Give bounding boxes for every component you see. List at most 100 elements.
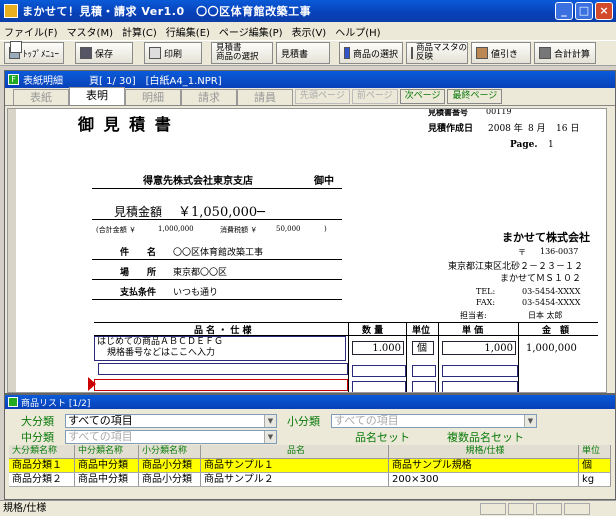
multi-name-set-button[interactable]: 複数品名セット (447, 429, 524, 445)
menu-file[interactable]: ファイル(F) (4, 24, 58, 39)
row1-amount: 1,000,000 (526, 343, 577, 354)
print-button[interactable]: 印刷 (144, 42, 202, 64)
tab-detail[interactable]: 明細 (125, 89, 181, 105)
discount-button[interactable]: 値引き (471, 42, 531, 64)
company-building: まかせてＭＳ１０２ (500, 274, 582, 284)
header-unit[interactable]: 単位 (579, 445, 611, 458)
total-calc-button[interactable]: 合計計算 (534, 42, 596, 64)
next-page-button[interactable]: 次ページ (399, 89, 446, 104)
major-category-value: すべての項目 (68, 414, 133, 427)
tab-summary[interactable]: 表明 (69, 87, 125, 105)
table-row[interactable]: 商品分類２ 商品中分類 商品小分類 商品サンプル２ 200×300 kg (9, 473, 611, 487)
subtotal-label: (合計金額 ￥ (96, 226, 136, 234)
status-bar: 規格/仕様 (0, 500, 616, 516)
menu-bar: ファイル(F) マスタ(M) 計算(C) 行編集(E) ページ編集(P) 表示(… (0, 22, 616, 40)
last-page-button[interactable]: 最終ページ (447, 89, 503, 104)
menu-help[interactable]: ヘルプ(H) (335, 24, 380, 39)
row1-name: はじめての商品ＡＢＣＤＥＦＧ (97, 337, 224, 347)
created-day: 16 日 (556, 124, 580, 134)
header-minor[interactable]: 小分類名称 (139, 445, 201, 458)
item-row-3[interactable] (94, 379, 348, 391)
row1-qty-input[interactable]: 1.000 (352, 341, 404, 355)
cell-unit: 個 (579, 459, 611, 472)
tab-receipt[interactable]: 請員 (237, 89, 293, 105)
tab-cover[interactable]: 表紙 (13, 89, 69, 105)
major-category-label: 大分類 (21, 415, 54, 428)
save-button[interactable]: 保存 (75, 42, 133, 64)
cell-unit: kg (579, 473, 611, 486)
status-cell (480, 503, 506, 515)
estimate-button[interactable]: 見積書 (10, 41, 330, 64)
tel-label: TEL: (476, 287, 496, 296)
subtotal-value: 1,000,000 (158, 225, 194, 233)
header-spec[interactable]: 規格/仕様 (389, 445, 579, 458)
middle-category-select[interactable]: すべての項目 ▼ (65, 430, 277, 444)
goods-icon (344, 47, 350, 59)
header-middle[interactable]: 中分類名称 (75, 445, 139, 458)
minor-category-select[interactable]: すべての項目 ▼ (331, 414, 537, 428)
menu-view[interactable]: 表示(V) (292, 24, 327, 39)
sheet-title: 表紙明細 (23, 76, 63, 87)
row1-price-input[interactable]: 1,000 (442, 341, 516, 355)
chevron-down-icon: ▼ (264, 431, 276, 443)
close-button[interactable]: × (595, 2, 613, 20)
page-no: 1 (548, 140, 554, 150)
product-list-title: 商品リスト [1/2] (21, 398, 91, 409)
row1-unit-input[interactable]: 個 (412, 341, 434, 355)
doc-heading: 御 見 積 書 (78, 115, 173, 134)
window-title: まかせて！見積・請求 Ver1.0 〇〇区体育館改築工事 (22, 5, 312, 18)
zip: 136-0037 (540, 247, 579, 256)
created-year: 2008 年 (488, 124, 523, 134)
page-indicator: 頁[ 1/ 30] (89, 76, 136, 87)
middle-category-value: すべての項目 (68, 430, 133, 443)
major-category-select[interactable]: すべての項目 ▼ (65, 414, 277, 428)
printer-icon (149, 47, 161, 59)
apply-master-button[interactable]: 商品マスタの 反映 (406, 42, 468, 64)
tel: 03-5454-XXXX (522, 287, 581, 296)
cell-minor: 商品小分類 (139, 473, 201, 486)
name-set-button[interactable]: 品名セット (355, 429, 410, 445)
menu-calc[interactable]: 計算(C) (122, 24, 157, 39)
toolbar: ﾄｯﾌﾟﾒﾆｭｰ 保存 印刷 見積書 商品の選択 見積書 商品の選択 商品マスタの… (0, 40, 616, 66)
table-row[interactable]: 商品分類１ 商品中分類 商品小分類 商品サンプル１ 商品サンプル規格 個 (9, 459, 611, 473)
estimate-goods-select-button[interactable]: 見積書 商品の選択 (10, 41, 273, 64)
place-value: 東京都〇〇区 (173, 268, 228, 278)
swap-icon (411, 47, 413, 59)
prev-page-button[interactable]: 前ページ (351, 89, 398, 104)
grid-header: 大分類名称 中分類名称 小分類名称 品名 規格/仕様 単位 (9, 445, 611, 459)
person-label: 担当者: (460, 311, 487, 320)
menu-master[interactable]: マスタ(M) (67, 24, 113, 39)
row2-unit[interactable] (412, 365, 436, 377)
header-major[interactable]: 大分類名称 (9, 445, 75, 458)
status-text: 規格/仕様 (3, 503, 47, 514)
calculator-icon (539, 47, 551, 59)
menu-row-edit[interactable]: 行編集(E) (166, 24, 210, 39)
maximize-button[interactable]: □ (575, 2, 593, 20)
document-area[interactable]: 御 見 積 書 見積書番号 00119 見積作成日 2008 年 8 月 16 … (7, 108, 607, 393)
row2-qty[interactable] (352, 365, 406, 377)
app-icon (4, 4, 18, 18)
menu-page-edit[interactable]: ページ編集(P) (219, 24, 283, 39)
amount-value: ￥1,050,000─ (178, 205, 265, 220)
select-goods-button[interactable]: 商品の選択 (339, 42, 403, 64)
item-row-2[interactable] (98, 363, 348, 375)
item-label: 件 名 (120, 248, 157, 258)
minimize-button[interactable]: _ (555, 2, 573, 20)
tab-invoice[interactable]: 請求 (181, 89, 237, 105)
item-row-1-name[interactable]: はじめての商品ＡＢＣＤＥＦＧ 規格番号などはここへ入力 (94, 336, 346, 361)
terms-label: 支払条件 (120, 288, 157, 298)
document-icon (10, 41, 22, 53)
title-bar: まかせて！見積・請求 Ver1.0 〇〇区体育館改築工事 _ □ × (0, 0, 616, 22)
disk-icon (80, 47, 92, 59)
header-name[interactable]: 品名 (201, 445, 389, 458)
close-paren: ) (324, 225, 327, 233)
row2-price[interactable] (442, 365, 518, 377)
minor-category-value: すべての項目 (334, 414, 399, 427)
row3-price[interactable] (442, 381, 518, 392)
company-name: まかせて株式会社 (502, 231, 590, 244)
first-page-button[interactable]: 先頭ページ (295, 89, 350, 104)
paper-name: [白紙A4_1.NPR] (145, 76, 222, 87)
row3-qty[interactable] (352, 381, 406, 392)
current-row-marker-icon (88, 377, 96, 391)
row3-unit[interactable] (412, 381, 436, 392)
